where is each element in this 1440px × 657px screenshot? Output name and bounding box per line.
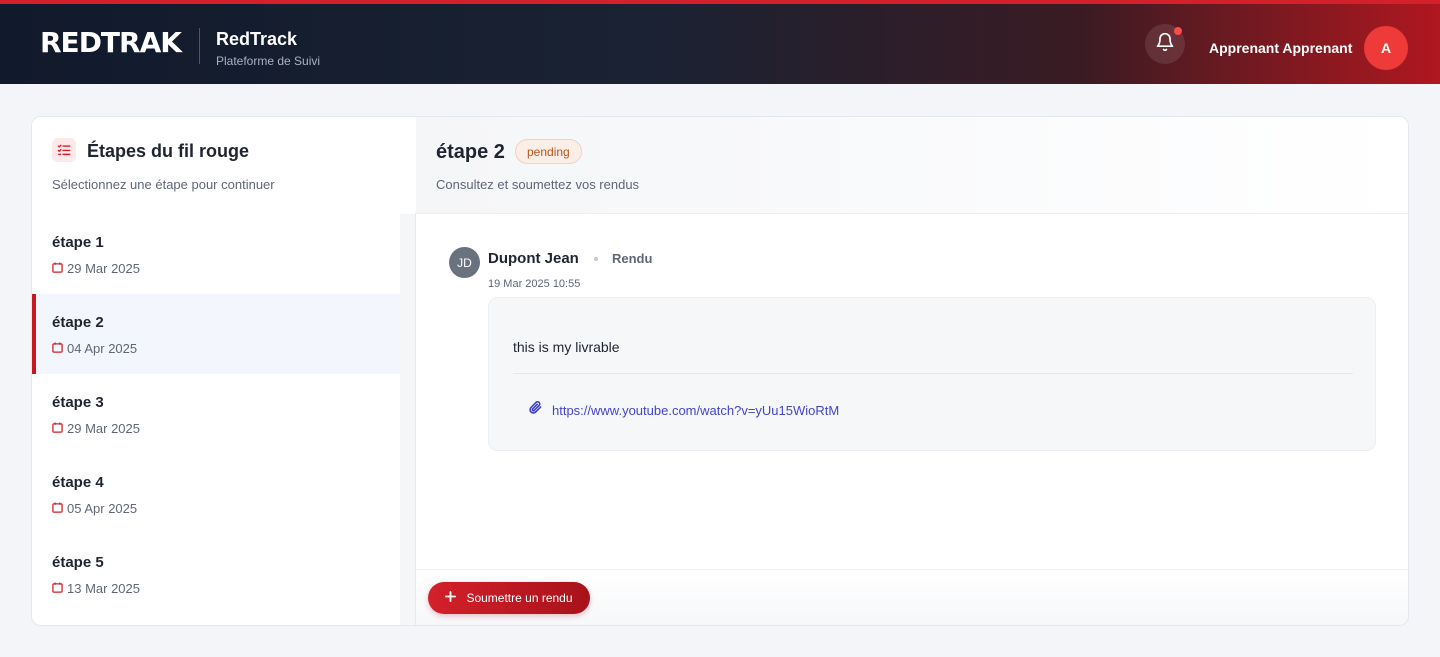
steps-scrollbar[interactable] [400,214,415,625]
step-date: 29 Mar 2025 [52,421,140,436]
step-date-text: 04 Apr 2025 [67,341,138,356]
step-name: étape 3 [52,394,104,411]
brand-name: RedTrack [216,29,298,49]
step-date-text: 05 Apr 2025 [67,501,138,516]
submission-divider [513,373,1353,374]
step-item-4[interactable]: étape 4 05 Apr 2025 [32,454,400,534]
steps-panel-subtitle: Sélectionnez une étape pour continuer [52,177,275,192]
step-detail-header: étape 2 pending Consultez et soumettez v… [416,117,1408,214]
step-item-1[interactable]: étape 1 29 Mar 2025 [32,214,400,294]
steps-panel-header: Étapes du fil rouge Sélectionnez une éta… [32,117,416,213]
top-navbar: REDTRAK RedTrack Plateforme de Suivi App… [0,0,1440,84]
step-date: 05 Apr 2025 [52,501,137,516]
bell-icon [1155,32,1175,57]
calendar-icon [52,341,63,356]
redtrak-logo[interactable]: REDTRAK [40,26,182,59]
steps-panel: Étapes du fil rouge Sélectionnez une éta… [32,117,416,625]
step-date-text: 13 Mar 2025 [67,581,140,596]
steps-panel-title: Étapes du fil rouge [87,141,250,161]
step-date: 29 Mar 2025 [52,261,140,276]
step-item-3[interactable]: étape 3 29 Mar 2025 [32,374,400,454]
steps-list: étape 1 29 Mar 2025 étape 2 04 Apr 2025 … [32,214,400,624]
main-card: Étapes du fil rouge Sélectionnez une éta… [31,116,1409,626]
submit-button-label: Soumettre un rendu [466,591,573,605]
step-date-text: 29 Mar 2025 [67,421,140,436]
checklist-icon [52,138,76,162]
submission-link[interactable]: https://www.youtube.com/watch?v=yUu15Wio… [552,403,839,418]
step-detail-footer: Soumettre un rendu [416,569,1408,625]
step-name: étape 2 [52,314,104,331]
submission-author-avatar: JD [449,247,480,278]
submission-link-row: https://www.youtube.com/watch?v=yUu15Wio… [529,401,839,419]
step-detail-title: étape 2 [436,141,505,163]
step-detail-panel: étape 2 pending Consultez et soumettez v… [416,117,1408,625]
submission-status: Rendu [612,251,653,266]
step-item-5[interactable]: étape 5 13 Mar 2025 [32,534,400,614]
step-date: 13 Mar 2025 [52,581,140,596]
submit-deliverable-button[interactable]: Soumettre un rendu [428,582,590,614]
step-date-text: 29 Mar 2025 [67,261,140,276]
separator-dot [594,257,598,261]
step-date: 04 Apr 2025 [52,341,137,356]
user-avatar[interactable]: A [1364,26,1408,70]
notifications-button[interactable] [1145,24,1185,64]
brand-subtitle: Plateforme de Suivi [216,54,321,68]
step-name: étape 4 [52,474,104,491]
submission-timestamp: 19 Mar 2025 10:55 [488,278,581,290]
step-name: étape 5 [52,554,104,571]
user-name[interactable]: Apprenant Apprenant [1209,40,1352,56]
calendar-icon [52,581,63,596]
paperclip-icon [529,401,542,419]
plus-icon [445,591,457,605]
brand-divider [199,28,200,64]
step-item-2[interactable]: étape 2 04 Apr 2025 [32,294,400,374]
submission-content-box: this is my livrable https://www.youtube.… [488,297,1376,451]
status-badge: pending [515,139,582,164]
calendar-icon [52,421,63,436]
step-detail-subtitle: Consultez et soumettez vos rendus [436,177,640,192]
calendar-icon [52,261,63,276]
submission-text: this is my livrable [513,339,620,355]
calendar-icon [52,501,63,516]
notification-dot [1174,27,1182,35]
step-name: étape 1 [52,234,104,251]
submission-author: Dupont Jean [488,250,579,267]
